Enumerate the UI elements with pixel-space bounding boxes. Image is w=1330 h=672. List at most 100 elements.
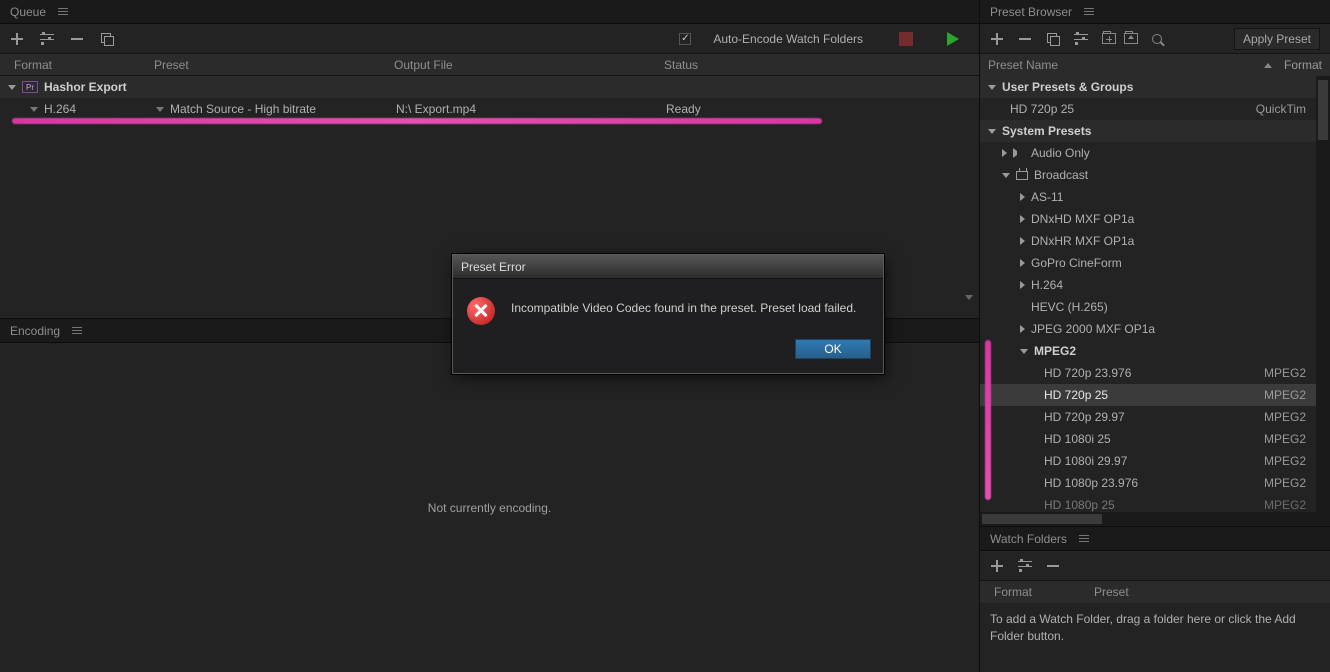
subcategory[interactable]: DNxHR MXF OP1a (980, 230, 1316, 252)
new-group-button[interactable] (1046, 32, 1060, 46)
queue-tab[interactable]: Queue (10, 5, 46, 19)
disclosure-right-icon[interactable] (1020, 193, 1025, 201)
tv-icon (1016, 171, 1028, 180)
export-preset-button[interactable] (1124, 33, 1138, 44)
preset-error-dialog: Preset Error Incompatible Video Codec fo… (452, 254, 884, 374)
disclosure-down-icon[interactable] (988, 85, 996, 90)
preset-settings-button[interactable] (1074, 32, 1088, 46)
panel-menu-icon[interactable] (72, 327, 82, 334)
disclosure-down-icon[interactable] (8, 85, 16, 90)
remove-watch-folder-button[interactable] (1046, 559, 1060, 573)
subcategory-mpeg2[interactable]: MPEG2 (980, 340, 1316, 362)
queue-col-status[interactable]: Status (664, 58, 784, 72)
preset-item[interactable]: HD 720p 23.976MPEG2 (980, 362, 1316, 384)
stop-queue-button[interactable] (899, 32, 913, 46)
ok-button[interactable]: OK (795, 339, 871, 359)
disclosure-down-icon[interactable] (1020, 349, 1028, 354)
disclosure-right-icon[interactable] (1020, 325, 1025, 333)
category-broadcast[interactable]: Broadcast (980, 164, 1316, 186)
preset-item-selected[interactable]: HD 720p 25MPEG2 (980, 384, 1316, 406)
apply-preset-button[interactable]: Apply Preset (1234, 28, 1320, 50)
watch-folders-header: Format Preset (980, 581, 1330, 603)
subcategory[interactable]: JPEG 2000 MXF OP1a (980, 318, 1316, 340)
queue-item-output[interactable]: N:\ Export.mp4 (396, 102, 476, 116)
queue-group-name: Hashor Export (44, 80, 127, 94)
queue-col-output[interactable]: Output File (394, 58, 664, 72)
system-presets-group[interactable]: System Presets (980, 120, 1316, 142)
preset-item[interactable]: HD 1080i 25MPEG2 (980, 428, 1316, 450)
queue-col-format[interactable]: Format (14, 58, 154, 72)
queue-tabbar: Queue (0, 0, 979, 24)
auto-encode-label: Auto-Encode Watch Folders (713, 32, 863, 46)
queue-item-format: H.264 (44, 102, 76, 116)
preset-browser-tabbar: Preset Browser (980, 0, 1330, 24)
dialog-title: Preset Error (461, 260, 526, 274)
queue-item-row[interactable]: H.264 Match Source - High bitrate N:\ Ex… (0, 98, 979, 120)
preset-item[interactable]: HD 720p 29.97MPEG2 (980, 406, 1316, 428)
disclosure-right-icon[interactable] (1020, 281, 1025, 289)
disclosure-down-icon[interactable] (1002, 173, 1010, 178)
preset-col-name[interactable]: Preset Name (988, 58, 1264, 72)
subcategory[interactable]: HEVC (H.265) (980, 296, 1316, 318)
new-preset-button[interactable] (990, 32, 1004, 46)
add-source-button[interactable] (10, 32, 24, 46)
delete-preset-button[interactable] (1018, 32, 1032, 46)
speaker-icon (1013, 148, 1025, 158)
disclosure-right-icon[interactable] (1020, 259, 1025, 267)
disclosure-down-icon[interactable] (988, 129, 996, 134)
watch-folders-toolbar (980, 551, 1330, 581)
vertical-scrollbar[interactable] (1316, 76, 1330, 512)
horizontal-scrollbar[interactable] (980, 512, 1330, 526)
subcategory[interactable]: GoPro CineForm (980, 252, 1316, 274)
watch-folders-tab[interactable]: Watch Folders (990, 532, 1067, 546)
disclosure-right-icon[interactable] (1002, 149, 1007, 157)
subcategory[interactable]: AS-11 (980, 186, 1316, 208)
queue-item-status: Ready (666, 102, 701, 116)
sort-ascending-icon[interactable] (1264, 63, 1272, 68)
preset-tree[interactable]: User Presets & Groups HD 720p 25 QuickTi… (980, 76, 1330, 512)
auto-encode-checkbox[interactable] (679, 33, 691, 45)
format-dropdown-icon[interactable] (30, 107, 38, 112)
encoding-status-text: Not currently encoding. (428, 501, 551, 515)
watch-folders-hint: To add a Watch Folder, drag a folder her… (990, 612, 1296, 643)
start-queue-button[interactable] (947, 32, 959, 46)
watch-folder-settings-button[interactable] (1018, 559, 1032, 573)
subcategory[interactable]: H.264 (980, 274, 1316, 296)
preset-dropdown-icon[interactable] (156, 107, 164, 112)
preset-item[interactable]: HD 1080p 23.976MPEG2 (980, 472, 1316, 494)
disclosure-right-icon[interactable] (1020, 215, 1025, 223)
disclosure-right-icon[interactable] (1020, 237, 1025, 245)
scrollbar-thumb[interactable] (982, 514, 1102, 524)
encoding-tab[interactable]: Encoding (10, 324, 60, 338)
search-icon[interactable] (1152, 34, 1162, 44)
preset-browser-tab[interactable]: Preset Browser (990, 5, 1072, 19)
wf-col-format[interactable]: Format (994, 585, 1094, 599)
preset-item[interactable]: HD 1080i 29.97MPEG2 (980, 450, 1316, 472)
annotation-highlight (12, 118, 822, 124)
error-icon (467, 297, 495, 325)
import-preset-button[interactable] (1102, 33, 1116, 44)
category-audio-only[interactable]: Audio Only (980, 142, 1316, 164)
queue-toolbar: Auto-Encode Watch Folders (0, 24, 979, 54)
wf-col-preset[interactable]: Preset (1094, 585, 1129, 599)
encoding-body: Not currently encoding. (0, 343, 979, 672)
panel-menu-icon[interactable] (1079, 535, 1089, 542)
preset-col-format[interactable]: Format (1284, 58, 1322, 72)
user-presets-group[interactable]: User Presets & Groups (980, 76, 1316, 98)
watch-folders-body[interactable]: To add a Watch Folder, drag a folder her… (980, 603, 1330, 672)
panel-menu-icon[interactable] (58, 8, 68, 15)
add-watch-folder-button[interactable] (990, 559, 1004, 573)
preset-item[interactable]: HD 720p 25 QuickTim (980, 98, 1316, 120)
queue-group-row[interactable]: Pr Hashor Export (0, 76, 979, 98)
scroll-down-icon[interactable] (965, 300, 973, 314)
queue-col-preset[interactable]: Preset (154, 58, 394, 72)
remove-button[interactable] (70, 32, 84, 46)
scrollbar-thumb[interactable] (1318, 80, 1328, 140)
duplicate-button[interactable] (100, 32, 114, 46)
dialog-titlebar[interactable]: Preset Error (453, 255, 883, 279)
subcategory[interactable]: DNxHD MXF OP1a (980, 208, 1316, 230)
preset-item[interactable]: HD 1080p 25MPEG2 (980, 494, 1316, 512)
queue-settings-button[interactable] (40, 32, 54, 46)
dialog-message: Incompatible Video Codec found in the pr… (511, 297, 856, 315)
panel-menu-icon[interactable] (1084, 8, 1094, 15)
